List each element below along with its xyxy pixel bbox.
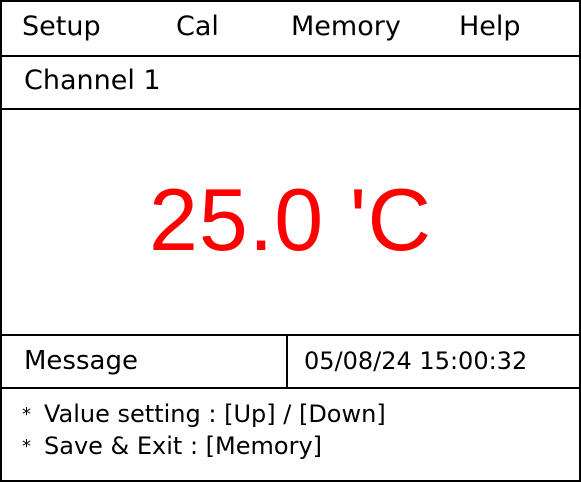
bullet-icon: * [22,436,31,457]
hint-value-setting: * Value setting : [Up] / [Down] [22,399,386,430]
message-label: Message [24,346,138,376]
temperature-reading: 25.0 'C [148,170,433,269]
hint-text: Save & Exit : [Memory] [44,432,323,460]
status-divider [286,336,288,387]
device-screen: Setup Cal Memory Help Channel 1 25.0 'C … [0,0,581,482]
channel-label: Channel 1 [24,65,161,96]
hint-save-exit: * Save & Exit : [Memory] [22,431,322,462]
reading-display: 25.0 'C [2,110,579,336]
help-area: * Value setting : [Up] / [Down] * Save & E… [2,389,579,480]
bullet-icon: * [22,404,31,425]
menu-help[interactable]: Help [459,10,521,44]
menu-bar: Setup Cal Memory Help [2,2,579,57]
menu-setup[interactable]: Setup [22,10,101,44]
status-row: Message 05/08/24 15:00:32 [2,336,579,389]
datetime-display: 05/08/24 15:00:32 [304,347,528,375]
channel-row: Channel 1 [2,57,579,110]
hint-text: Value setting : [Up] / [Down] [44,400,386,428]
menu-memory[interactable]: Memory [291,10,401,44]
menu-cal[interactable]: Cal [176,10,219,44]
